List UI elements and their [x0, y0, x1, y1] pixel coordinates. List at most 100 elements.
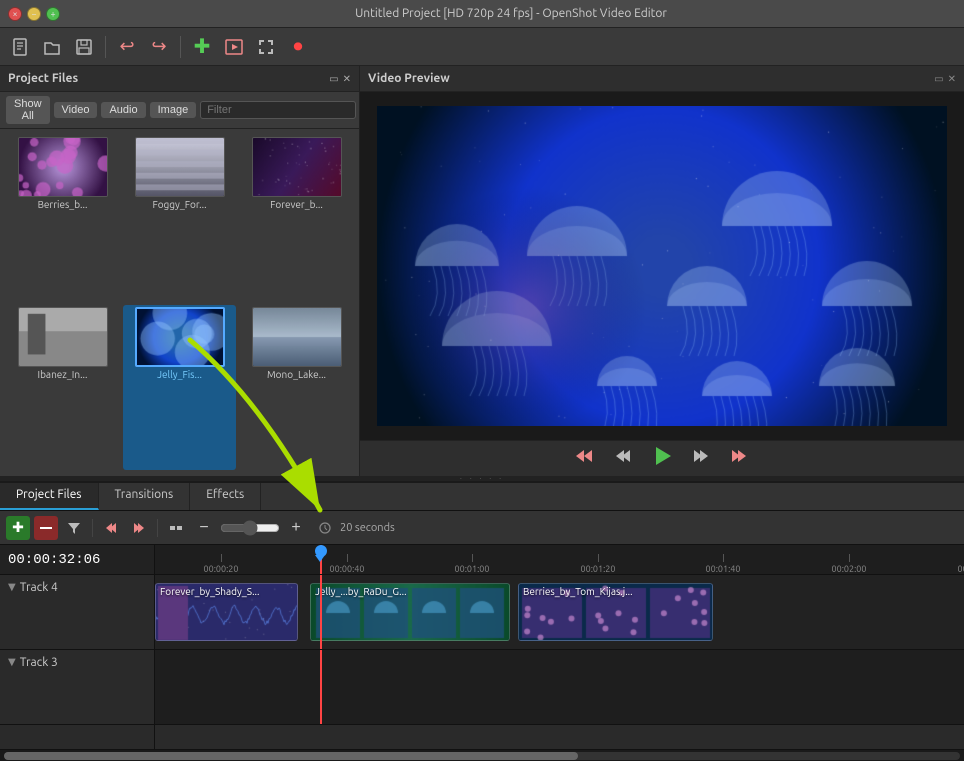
playhead-arrow-icon [315, 555, 325, 562]
window-title: Untitled Project [HD 720p 24 fps] - Open… [66, 7, 956, 20]
minimize-button[interactable]: − [27, 7, 41, 21]
preview-minimize-icon[interactable]: ▭ [934, 73, 943, 85]
ruler-mark-line [347, 554, 348, 562]
track4-expand-icon[interactable]: ▼ [8, 581, 16, 593]
jump-end-tl-button[interactable] [127, 516, 151, 540]
jump-start-tl-button[interactable] [99, 516, 123, 540]
file-thumb-foggy [135, 137, 225, 197]
main-toolbar: ↩ ↪ ✚ ⏺ [0, 28, 964, 66]
filter-bar: Show All Video Audio Image 🔍 [0, 92, 359, 129]
tab-effects[interactable]: Effects [190, 483, 261, 510]
preview-title: Video Preview [368, 72, 450, 85]
video-preview-panel: Video Preview ▭ ✕ [360, 66, 964, 476]
tl-separator-2 [157, 519, 158, 537]
bottom-section: Project Files Transitions Effects ✚ − + … [0, 481, 964, 761]
fast-forward-button[interactable] [689, 443, 715, 474]
separator-2 [180, 36, 181, 58]
ruler-label-60: 00:01:00 [455, 564, 490, 574]
file-name-forever: Forever_b... [270, 199, 323, 210]
file-name-berries: Berries_b... [38, 199, 88, 210]
jump-end-button[interactable] [727, 443, 753, 474]
audio-filter-button[interactable]: Audio [101, 102, 145, 118]
timeline-scrollbar[interactable] [0, 749, 964, 761]
project-files-panel: Project Files ▭ ✕ Show All Video Audio I… [0, 66, 360, 476]
ruler-mark-40: 00:00:40 [347, 554, 382, 574]
file-item-foggy[interactable]: Foggy_For... [123, 135, 236, 301]
new-button[interactable] [6, 33, 34, 61]
ruler-mark-120: 00:02:00 [849, 554, 884, 574]
track3-expand-icon[interactable]: ▼ [8, 656, 16, 668]
track3-name: Track 3 [20, 656, 58, 669]
window-controls[interactable]: × − + [8, 7, 60, 21]
titlebar: × − + Untitled Project [HD 720p 24 fps] … [0, 0, 964, 28]
play-button[interactable] [647, 441, 677, 477]
preview-canvas [377, 106, 947, 426]
video-filter-button[interactable]: Video [54, 102, 98, 118]
fullscreen-button[interactable] [252, 33, 280, 61]
tab-bar: Project Files Transitions Effects [0, 483, 964, 511]
record-button[interactable]: ⏺ [284, 33, 312, 61]
file-name-ibanez: Ibanez_In... [38, 369, 88, 380]
ruler-label-20: 00:00:20 [204, 564, 239, 574]
add-track-button[interactable]: ✚ [6, 516, 30, 540]
ruler-label-140: 00:02:20 [958, 564, 964, 574]
file-item-ibanez[interactable]: Ibanez_In... [6, 305, 119, 471]
track3-row[interactable] [155, 650, 964, 725]
clip-berries[interactable]: Berries_by_Tom_Kijas.j... [518, 583, 713, 641]
center-timeline-button[interactable] [164, 516, 188, 540]
track3-label: ▼ Track 3 [0, 650, 154, 725]
undo-button[interactable]: ↩ [113, 33, 141, 61]
panel-controls[interactable]: ▭ ✕ [329, 73, 351, 85]
file-item-mono-lake[interactable]: Mono_Lake... [240, 305, 353, 471]
ruler-label-100: 00:01:40 [706, 564, 741, 574]
tab-project-files[interactable]: Project Files [0, 483, 99, 510]
panel-minimize-icon[interactable]: ▭ [329, 73, 338, 85]
scrollbar-thumb[interactable] [4, 752, 578, 760]
timeline-content[interactable]: 00:00:20 00:00:40 00:01:00 00:01:20 00:0… [155, 545, 964, 749]
zoom-in-button[interactable]: + [284, 516, 308, 540]
tab-transitions[interactable]: Transitions [99, 483, 191, 510]
jump-start-button[interactable] [571, 443, 597, 474]
preview-controls[interactable]: ▭ ✕ [934, 73, 956, 85]
zoom-out-button[interactable]: − [192, 516, 216, 540]
file-item-forever[interactable]: Forever_b... [240, 135, 353, 301]
file-name-mono-lake: Mono_Lake... [267, 369, 326, 380]
clip-jelly[interactable]: Jelly_...by_RaDu_G... [310, 583, 510, 641]
preview-close-icon[interactable]: ✕ [948, 73, 956, 85]
ruler-mark-60: 00:01:00 [472, 554, 507, 574]
track4-label: ▼ Track 4 [0, 575, 154, 650]
clip-forever-label: Forever_by_Shady_S... [160, 586, 259, 597]
ruler-mark-line [598, 554, 599, 562]
rewind-button[interactable] [609, 443, 635, 474]
remove-track-button[interactable] [34, 516, 58, 540]
image-filter-button[interactable]: Image [150, 102, 197, 118]
import-button[interactable]: ✚ [188, 33, 216, 61]
panel-close-icon[interactable]: ✕ [343, 73, 351, 85]
clip-berries-label: Berries_by_Tom_Kijas.j... [523, 586, 633, 597]
save-button[interactable] [70, 33, 98, 61]
file-item-berries[interactable]: Berries_b... [6, 135, 119, 301]
playhead-track4-line [320, 575, 322, 649]
track-labels: 00:00:32:06 ▼ Track 4 ▼ Track 3 [0, 545, 155, 749]
export-button[interactable] [220, 33, 248, 61]
zoom-slider[interactable] [220, 520, 280, 536]
filter-track-button[interactable] [62, 516, 86, 540]
open-button[interactable] [38, 33, 66, 61]
show-all-button[interactable]: Show All [6, 96, 50, 124]
timeline-ruler: 00:00:20 00:00:40 00:01:00 00:01:20 00:0… [155, 545, 964, 575]
ruler-mark-20: 00:00:20 [221, 554, 256, 574]
ruler-mark-line [723, 554, 724, 562]
playhead-track3-line [320, 650, 322, 724]
redo-button[interactable]: ↪ [145, 33, 173, 61]
clip-forever[interactable]: Forever_by_Shady_S... [155, 583, 298, 641]
close-button[interactable]: × [8, 7, 22, 21]
main-content: Project Files ▭ ✕ Show All Video Audio I… [0, 66, 964, 476]
maximize-button[interactable]: + [46, 7, 60, 21]
file-item-jelly[interactable]: Jelly_Fis... [123, 305, 236, 471]
playhead-ruler-line [320, 545, 322, 574]
filter-input[interactable] [200, 101, 356, 119]
playback-controls [360, 440, 964, 476]
track4-row[interactable]: Forever_by_Shady_S... Jelly_...by_RaDu_G… [155, 575, 964, 650]
timeline-toolbar: ✚ − + 20 seconds [0, 511, 964, 545]
project-files-header: Project Files ▭ ✕ [0, 66, 359, 92]
